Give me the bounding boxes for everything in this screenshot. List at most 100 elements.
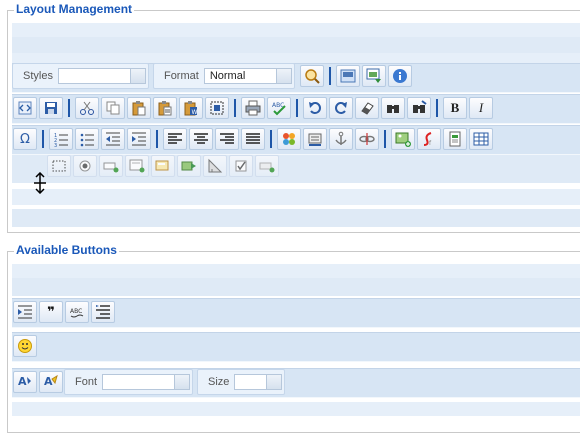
anchor-icon[interactable] bbox=[329, 128, 353, 150]
textarea-icon[interactable] bbox=[125, 155, 149, 177]
toolbar-separator bbox=[384, 130, 386, 148]
text-color-icon[interactable]: A bbox=[13, 371, 37, 393]
bidi-icon[interactable] bbox=[91, 301, 115, 323]
toolbar-separator bbox=[42, 130, 44, 148]
zoom-icon[interactable] bbox=[299, 65, 324, 87]
toolbar-row-3-content: Ω 123 f bbox=[12, 127, 494, 151]
available-row-3-content: A A Font Size bbox=[12, 369, 289, 395]
available-buttons-title: Available Buttons bbox=[14, 243, 119, 257]
format-group[interactable]: Format Normal bbox=[152, 63, 295, 89]
empty-row-band[interactable] bbox=[12, 37, 580, 53]
available-row-2-content bbox=[12, 334, 38, 358]
button-icon[interactable] bbox=[177, 155, 201, 177]
div-icon[interactable] bbox=[47, 155, 71, 177]
textfield-icon[interactable] bbox=[99, 155, 123, 177]
outdent-icon[interactable] bbox=[101, 128, 125, 150]
copy-icon[interactable] bbox=[101, 97, 125, 119]
layout-management-panel: Layout Management Styles Format Normal W bbox=[7, 2, 580, 233]
maximize-icon[interactable] bbox=[361, 65, 386, 87]
replace-icon[interactable] bbox=[407, 97, 431, 119]
empty-row-band[interactable] bbox=[12, 23, 580, 37]
move-cursor-icon bbox=[34, 172, 46, 194]
spell-icon[interactable]: ABC bbox=[65, 301, 89, 323]
blockquote-icon[interactable] bbox=[13, 301, 37, 323]
smiley-icon[interactable] bbox=[13, 335, 37, 357]
toolbar-separator bbox=[156, 130, 158, 148]
size-group[interactable]: Size bbox=[197, 369, 286, 395]
dropdown-arrow[interactable] bbox=[174, 375, 190, 389]
show-blocks-icon[interactable] bbox=[335, 65, 360, 87]
size-label: Size bbox=[208, 376, 230, 388]
undo-icon[interactable] bbox=[303, 97, 327, 119]
quote-icon[interactable]: ❞ bbox=[39, 301, 63, 323]
paste-icon[interactable] bbox=[127, 97, 151, 119]
available-row-2 bbox=[12, 332, 580, 362]
svg-text:W: W bbox=[192, 109, 198, 116]
special-char-icon[interactable]: Ω bbox=[13, 128, 37, 150]
remove-format-icon[interactable] bbox=[355, 97, 379, 119]
align-right-icon[interactable] bbox=[215, 128, 239, 150]
align-left-icon[interactable] bbox=[163, 128, 187, 150]
empty-row-band[interactable] bbox=[12, 209, 580, 227]
image-button-icon[interactable] bbox=[203, 155, 227, 177]
paste-word-icon[interactable]: W bbox=[179, 97, 203, 119]
radio-icon[interactable] bbox=[73, 155, 97, 177]
redo-icon[interactable] bbox=[329, 97, 353, 119]
table-icon[interactable] bbox=[469, 128, 493, 150]
dropdown-arrow[interactable] bbox=[129, 69, 145, 83]
empty-row-band[interactable] bbox=[12, 402, 580, 416]
dropdown-arrow[interactable] bbox=[266, 375, 282, 389]
numbered-list-icon[interactable]: 123 bbox=[49, 128, 73, 150]
layout-management-title: Layout Management bbox=[14, 2, 135, 16]
toolbar-separator bbox=[328, 67, 331, 85]
print-icon[interactable] bbox=[241, 97, 265, 119]
select-icon[interactable] bbox=[151, 155, 175, 177]
toolbar-separator bbox=[270, 130, 272, 148]
select-all-icon[interactable] bbox=[205, 97, 229, 119]
available-buttons-panel: Available Buttons ❞ ABC A A Font Size bbox=[7, 243, 580, 433]
svg-text:A: A bbox=[18, 375, 27, 388]
empty-row-band[interactable] bbox=[12, 189, 580, 205]
read-more-icon[interactable] bbox=[303, 128, 327, 150]
spellcheck-icon[interactable]: ABC bbox=[267, 97, 291, 119]
indent-icon[interactable] bbox=[127, 128, 151, 150]
empty-row-band[interactable] bbox=[12, 278, 580, 296]
svg-text:ABC: ABC bbox=[70, 308, 82, 315]
hidden-field-icon[interactable] bbox=[255, 155, 279, 177]
image-icon[interactable] bbox=[391, 128, 415, 150]
source-icon[interactable] bbox=[13, 97, 37, 119]
omega-glyph: Ω bbox=[20, 131, 30, 147]
cut-icon[interactable] bbox=[75, 97, 99, 119]
format-value: Normal bbox=[209, 70, 246, 82]
dragged-toolbar-row[interactable] bbox=[46, 154, 280, 178]
dropdown-arrow[interactable] bbox=[275, 69, 291, 83]
joomla-plugin-icon[interactable] bbox=[277, 128, 301, 150]
save-icon[interactable] bbox=[39, 97, 63, 119]
italic-icon[interactable]: I bbox=[469, 97, 493, 119]
size-combo[interactable] bbox=[234, 374, 283, 390]
styles-group[interactable]: Styles bbox=[12, 63, 149, 89]
font-group[interactable]: Font bbox=[64, 369, 194, 395]
about-icon[interactable] bbox=[387, 65, 412, 87]
find-icon[interactable] bbox=[381, 97, 405, 119]
font-label: Font bbox=[75, 376, 98, 388]
align-center-icon[interactable] bbox=[189, 128, 213, 150]
format-combo[interactable]: Normal bbox=[203, 68, 292, 84]
toolbar-separator bbox=[296, 99, 298, 117]
styles-combo[interactable] bbox=[57, 68, 146, 84]
empty-row-band[interactable] bbox=[12, 264, 580, 278]
toolbar-separator bbox=[234, 99, 236, 117]
flash-icon[interactable]: f bbox=[417, 128, 441, 150]
justify-icon[interactable] bbox=[241, 128, 265, 150]
bulleted-list-icon[interactable] bbox=[75, 128, 99, 150]
bg-color-icon[interactable]: A bbox=[39, 371, 63, 393]
unlink-icon[interactable] bbox=[355, 128, 379, 150]
template-icon[interactable] bbox=[443, 128, 467, 150]
toolbar-row-1-content: Styles Format Normal bbox=[12, 63, 413, 89]
toolbar-row-2-content: W ABC B I bbox=[12, 96, 494, 120]
bold-icon[interactable]: B bbox=[443, 97, 467, 119]
svg-text:f: f bbox=[429, 140, 432, 147]
paste-text-icon[interactable] bbox=[153, 97, 177, 119]
font-combo[interactable] bbox=[102, 374, 191, 390]
checkbox-icon[interactable] bbox=[229, 155, 253, 177]
